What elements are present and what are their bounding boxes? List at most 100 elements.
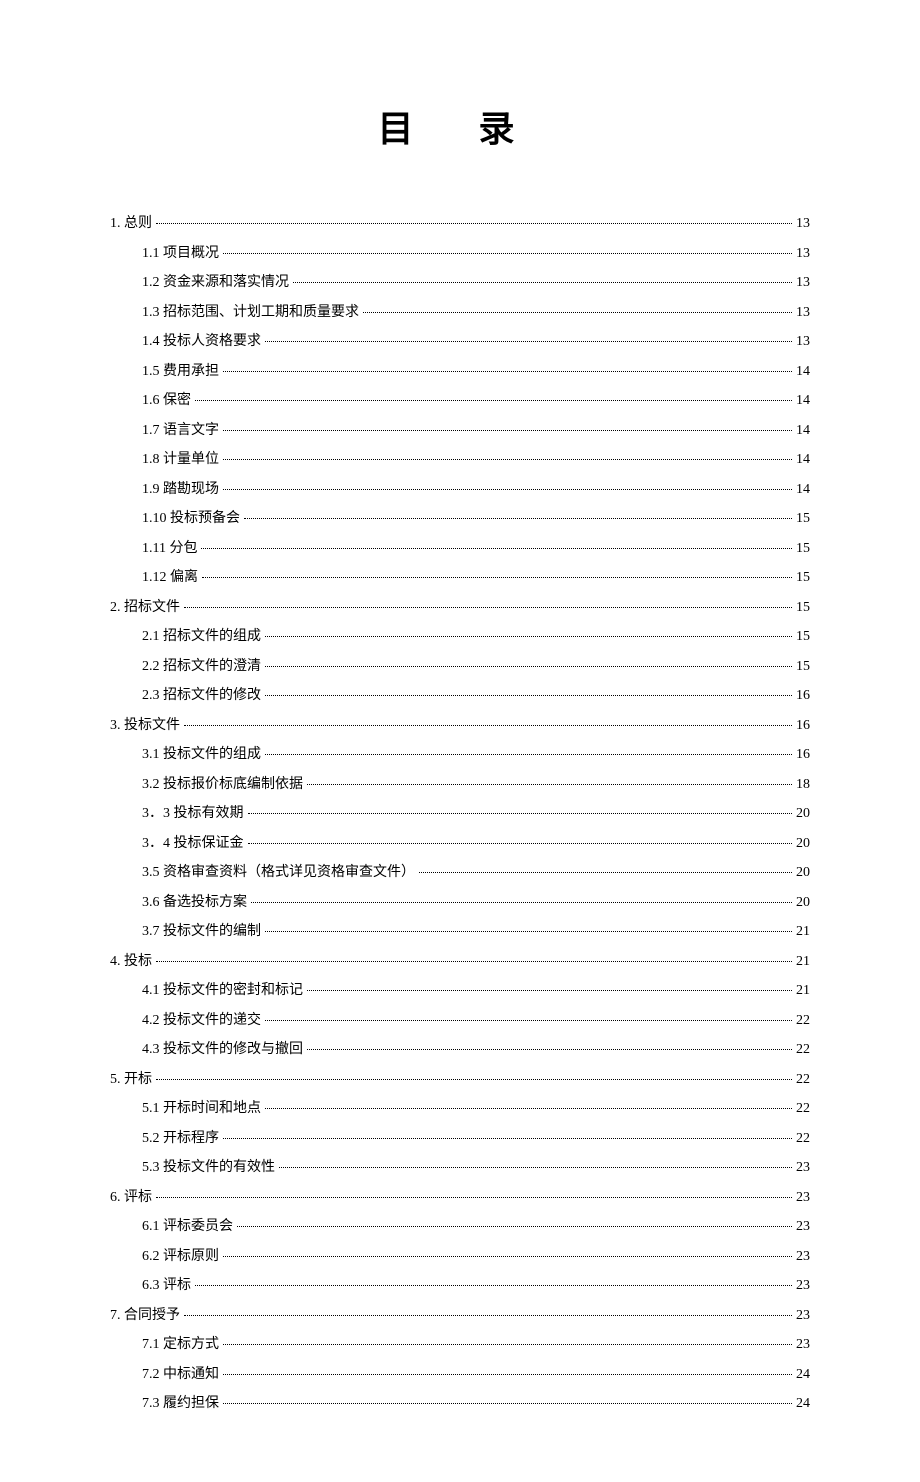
toc-entry-page: 15 (796, 511, 810, 527)
toc-title: 目 录 (110, 100, 810, 152)
toc-dot-leader (244, 518, 792, 519)
toc-entry: 6.3 评标23 (142, 1274, 810, 1294)
toc-entry-label: 1.4 投标人资格要求 (142, 330, 261, 350)
toc-dot-leader (265, 1020, 792, 1021)
toc-entry: 1.1 项目概况13 (142, 242, 810, 262)
toc-dot-leader (265, 341, 792, 342)
toc-dot-leader (201, 548, 792, 549)
toc-entry-label: 3．3 投标有效期 (142, 802, 244, 822)
toc-entry: 1.4 投标人资格要求 13 (142, 330, 810, 350)
toc-entry: 1. 总则 13 (110, 212, 810, 232)
toc-dot-leader (223, 489, 792, 490)
toc-entry-label: 3.6 备选投标方案 (142, 891, 247, 911)
toc-dot-leader (307, 1049, 792, 1050)
toc-dot-leader (265, 695, 792, 696)
toc-entry-label: 1.8 计量单位 (142, 448, 219, 468)
toc-dot-leader (223, 430, 792, 431)
toc-entry-page: 20 (796, 865, 810, 881)
toc-entry-page: 13 (796, 216, 810, 232)
toc-entry-page: 20 (796, 806, 810, 822)
toc-entry: 3.1 投标文件的组成 16 (142, 743, 810, 763)
toc-dot-leader (156, 1197, 792, 1198)
toc-entry-page: 16 (796, 718, 810, 734)
toc-entry-label: 3.1 投标文件的组成 (142, 743, 261, 763)
toc-entry-label: 1.10 投标预备会 (142, 507, 240, 527)
toc-entry: 1.5 费用承担14 (142, 360, 810, 380)
toc-entry: 1.7 语言文字14 (142, 419, 810, 439)
toc-entry-page: 23 (796, 1249, 810, 1265)
toc-dot-leader (223, 1138, 792, 1139)
toc-entry: 3.5 资格审查资料（格式详见资格审查文件） 20 (142, 861, 810, 881)
toc-dot-leader (265, 754, 792, 755)
toc-entry-label: 1.9 踏勘现场 (142, 478, 219, 498)
toc-entry-label: 1. 总则 (110, 212, 152, 232)
toc-entry-page: 23 (796, 1190, 810, 1206)
toc-entry: 7.2 中标通知24 (142, 1363, 810, 1383)
toc-entry-label: 4.3 投标文件的修改与撤回 (142, 1038, 303, 1058)
toc-entry-page: 15 (796, 600, 810, 616)
toc-entry-page: 16 (796, 747, 810, 763)
toc-entry: 3.7 投标文件的编制21 (142, 920, 810, 940)
toc-entry-page: 22 (796, 1013, 810, 1029)
toc-entry-page: 23 (796, 1337, 810, 1353)
toc-entry-label: 3．4 投标保证金 (142, 832, 244, 852)
toc-entry-label: 5.3 投标文件的有效性 (142, 1156, 275, 1176)
toc-entry: 3．3 投标有效期 20 (142, 802, 810, 822)
toc-dot-leader (184, 1315, 792, 1316)
toc-dot-leader (184, 725, 792, 726)
toc-entry-page: 22 (796, 1101, 810, 1117)
toc-dot-leader (223, 1256, 792, 1257)
toc-entry-label: 2.2 招标文件的澄清 (142, 655, 261, 675)
toc-entry-page: 14 (796, 393, 810, 409)
toc-dot-leader (223, 459, 792, 460)
toc-entry: 1.12 偏离 15 (142, 566, 810, 586)
toc-entry-page: 15 (796, 570, 810, 586)
toc-entry: 3.2 投标报价标底编制依据18 (142, 773, 810, 793)
toc-dot-leader (223, 1344, 792, 1345)
toc-entry: 1.2 资金来源和落实情况13 (142, 271, 810, 291)
toc-entry-page: 24 (796, 1396, 810, 1412)
toc-entry-label: 4.1 投标文件的密封和标记 (142, 979, 303, 999)
toc-entry: 6.2 评标原则 23 (142, 1245, 810, 1265)
toc-entry-label: 1.12 偏离 (142, 566, 198, 586)
toc-entry-label: 6.3 评标 (142, 1274, 191, 1294)
toc-entry: 4.1 投标文件的密封和标记21 (142, 979, 810, 999)
toc-entry-label: 1.2 资金来源和落实情况 (142, 271, 289, 291)
toc-entry-label: 6.2 评标原则 (142, 1245, 219, 1265)
toc-dot-leader (279, 1167, 792, 1168)
toc-entry: 5. 开标22 (110, 1068, 810, 1088)
toc-dot-leader (307, 990, 792, 991)
toc-entry-page: 16 (796, 688, 810, 704)
toc-entry-page: 13 (796, 246, 810, 262)
toc-entry: 2.1 招标文件的组成15 (142, 625, 810, 645)
toc-dot-leader (419, 872, 792, 873)
toc-dot-leader (237, 1226, 792, 1227)
toc-entry-label: 2.3 招标文件的修改 (142, 684, 261, 704)
toc-entry-label: 1.6 保密 (142, 389, 191, 409)
toc-entry: 7. 合同授予23 (110, 1304, 810, 1324)
toc-dot-leader (184, 607, 792, 608)
toc-entry-page: 22 (796, 1131, 810, 1147)
toc-dot-leader (293, 282, 792, 283)
toc-entry-page: 14 (796, 364, 810, 380)
toc-entry-page: 24 (796, 1367, 810, 1383)
toc-entry-label: 7.3 履约担保 (142, 1392, 219, 1412)
toc-entry: 4. 投标21 (110, 950, 810, 970)
toc-entry-label: 5.2 开标程序 (142, 1127, 219, 1147)
toc-dot-leader (156, 961, 792, 962)
toc-entry: 6.1 评标委员会23 (142, 1215, 810, 1235)
toc-entry-page: 23 (796, 1308, 810, 1324)
toc-entry: 5.3 投标文件的有效性23 (142, 1156, 810, 1176)
toc-entry-label: 6.1 评标委员会 (142, 1215, 233, 1235)
toc-entry-label: 4.2 投标文件的递交 (142, 1009, 261, 1029)
toc-dot-leader (248, 813, 793, 814)
toc-entry-page: 20 (796, 895, 810, 911)
toc-entry: 1.10 投标预备会 15 (142, 507, 810, 527)
toc-entry-label: 3.5 资格审查资料（格式详见资格审查文件） (142, 861, 415, 881)
toc-entry: 1.11 分包15 (142, 537, 810, 557)
toc-dot-leader (156, 1079, 792, 1080)
toc-entry-page: 22 (796, 1072, 810, 1088)
toc-entry-page: 13 (796, 334, 810, 350)
toc-entry: 3．4 投标保证金20 (142, 832, 810, 852)
toc-entry: 1.3 招标范围、计划工期和质量要求13 (142, 301, 810, 321)
